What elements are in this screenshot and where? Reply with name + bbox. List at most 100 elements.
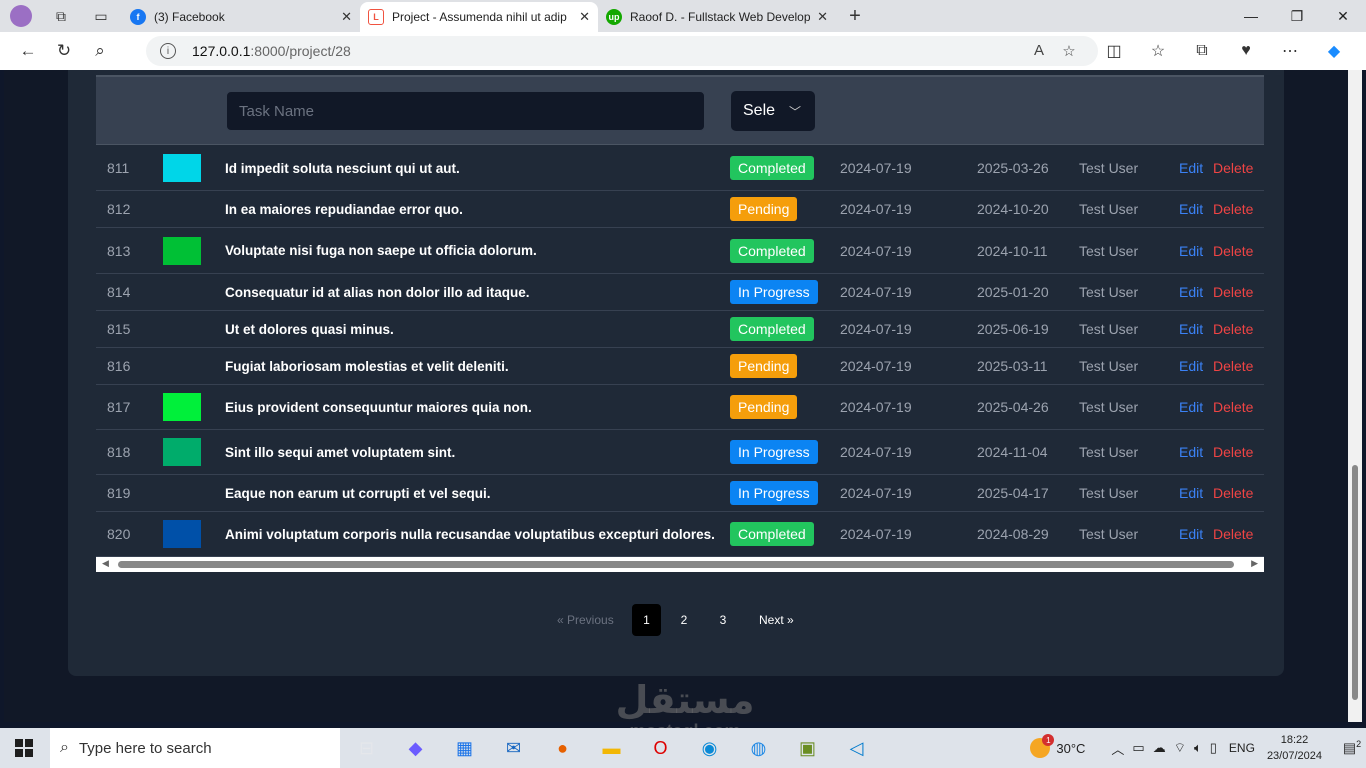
notifications-icon[interactable]: ▤2 [1338, 739, 1366, 757]
workspaces-icon[interactable]: ⧉ [48, 3, 74, 29]
task-image-thumbnail [163, 236, 201, 265]
vertical-scrollbar[interactable] [1348, 70, 1362, 722]
task-name[interactable]: Animi voluptatum corporis nulla recusand… [225, 527, 715, 542]
more-menu-icon[interactable]: ⋯ [1268, 36, 1312, 66]
status-badge: Completed [730, 522, 814, 546]
browser-app-icon[interactable]: ◍ [734, 728, 783, 768]
task-name[interactable]: Id impedit soluta nesciunt qui ut aut. [225, 161, 460, 176]
task-view-icon[interactable]: ⊟ [342, 728, 391, 768]
edit-link[interactable]: Edit [1179, 160, 1203, 176]
delete-link[interactable]: Delete [1213, 526, 1253, 542]
browser-tab-facebook[interactable]: f (3) Facebook ✕ [122, 2, 360, 32]
close-tab-icon[interactable]: ✕ [817, 9, 828, 25]
battery-icon[interactable]: ▯ [1210, 740, 1217, 756]
delete-link[interactable]: Delete [1213, 399, 1253, 415]
firefox-icon[interactable]: ● [538, 728, 587, 768]
store-icon[interactable]: ▦ [440, 728, 489, 768]
edit-link[interactable]: Edit [1179, 399, 1203, 415]
restore-icon[interactable]: ❐ [1274, 0, 1320, 32]
pagination-page-2[interactable]: 2 [674, 604, 694, 636]
show-hidden-icons-chevron[interactable]: ︿ [1111, 739, 1124, 758]
pagination-next[interactable]: Next » [759, 604, 794, 636]
task-name[interactable]: Eaque non earum ut corrupti et vel sequi… [225, 486, 491, 501]
pagination-page-1[interactable]: 1 [632, 604, 661, 636]
task-name[interactable]: In ea maiores repudiandae error quo. [225, 202, 463, 217]
opera-icon[interactable]: O [636, 728, 685, 768]
delete-link[interactable]: Delete [1213, 160, 1253, 176]
edit-link[interactable]: Edit [1179, 243, 1203, 259]
pagination-page-3[interactable]: 3 [713, 604, 733, 636]
close-tab-icon[interactable]: ✕ [341, 9, 352, 25]
task-created-date: 2024-07-19 [840, 444, 912, 460]
table-row: 811 Id impedit soluta nesciunt qui ut aut… [96, 146, 1264, 191]
profile-avatar[interactable] [8, 3, 34, 29]
tab-actions-icon[interactable]: ▭ [88, 3, 114, 29]
browser-essentials-icon[interactable]: ♥ [1224, 36, 1268, 66]
delete-link[interactable]: Delete [1213, 358, 1253, 374]
new-tab-icon[interactable]: + [842, 3, 868, 29]
mail-icon[interactable]: ✉ [489, 728, 538, 768]
edit-link[interactable]: Edit [1179, 485, 1203, 501]
delete-link[interactable]: Delete [1213, 201, 1253, 217]
address-toolbar: ← ↻ ⌕ i 127.0.0.1:8000/project/28 A ☆ ◫ … [0, 32, 1366, 70]
edge-icon[interactable]: ◉ [685, 728, 734, 768]
delete-link[interactable]: Delete [1213, 321, 1253, 337]
edit-link[interactable]: Edit [1179, 358, 1203, 374]
url-field[interactable]: i 127.0.0.1:8000/project/28 A ☆ [146, 36, 1098, 66]
clock[interactable]: 18:22 23/07/2024 [1267, 732, 1322, 764]
task-created-by: Test User [1079, 201, 1139, 217]
task-created-date: 2024-07-19 [840, 485, 912, 501]
task-name[interactable]: Consequatur id at alias non dolor illo a… [225, 285, 530, 300]
favorites-icon[interactable]: ☆ [1136, 36, 1180, 66]
taskbar-search-box[interactable]: ⌕ Type here to search [50, 728, 340, 768]
scroll-left-arrow-icon[interactable]: ◀ [102, 558, 109, 569]
status-filter-select[interactable]: Sele ﹀ [731, 91, 815, 131]
read-aloud-icon[interactable]: A [1028, 42, 1050, 60]
minimize-icon[interactable]: — [1228, 0, 1274, 32]
task-name[interactable]: Fugiat laboriosam molestias et velit del… [225, 359, 509, 374]
back-arrow-icon[interactable]: ← [10, 35, 46, 67]
copilot-app-icon[interactable]: ◆ [391, 728, 440, 768]
task-name[interactable]: Eius provident consequuntur maiores quia… [225, 400, 532, 415]
wifi-icon[interactable]: ⌔ [1174, 740, 1186, 756]
device-icon[interactable]: ▭ [1132, 740, 1144, 756]
windows-taskbar: ⌕ Type here to search ⊟ ◆ ▦ ✉ ● ▬ O ◉ ◍ … [0, 728, 1366, 768]
copilot-icon[interactable]: ◆ [1312, 36, 1356, 66]
delete-link[interactable]: Delete [1213, 243, 1253, 259]
site-info-icon[interactable]: i [160, 43, 176, 59]
delete-link[interactable]: Delete [1213, 284, 1253, 300]
network-cloud-icon[interactable]: ☁ [1153, 740, 1166, 756]
weather-widget[interactable]: 1 30°C [1030, 734, 1085, 758]
horizontal-scrollbar[interactable]: ◀ ▶ [96, 557, 1264, 572]
horizontal-scroll-thumb[interactable] [118, 561, 1234, 568]
task-name[interactable]: Sint illo sequi amet voluptatem sint. [225, 445, 455, 460]
edit-link[interactable]: Edit [1179, 284, 1203, 300]
edit-link[interactable]: Edit [1179, 321, 1203, 337]
vscode-icon[interactable]: ◁ [832, 728, 881, 768]
task-name[interactable]: Ut et dolores quasi minus. [225, 322, 394, 337]
windows-start-icon[interactable] [0, 728, 48, 768]
delete-link[interactable]: Delete [1213, 485, 1253, 501]
refresh-icon[interactable]: ↻ [46, 35, 82, 67]
edit-link[interactable]: Edit [1179, 526, 1203, 542]
table-row: 813 Voluptate nisi fuga non saepe ut offi… [96, 228, 1264, 274]
scroll-right-arrow-icon[interactable]: ▶ [1251, 558, 1258, 569]
task-name-filter-input[interactable]: Task Name [226, 91, 705, 131]
favorite-star-icon[interactable]: ☆ [1058, 42, 1080, 60]
sublime-app-icon[interactable]: ▣ [783, 728, 832, 768]
close-window-icon[interactable]: ✕ [1320, 0, 1366, 32]
task-name[interactable]: Voluptate nisi fuga non saepe ut officia… [225, 243, 537, 258]
edit-link[interactable]: Edit [1179, 444, 1203, 460]
file-explorer-icon[interactable]: ▬ [587, 728, 636, 768]
close-tab-icon[interactable]: ✕ [579, 9, 590, 25]
delete-link[interactable]: Delete [1213, 444, 1253, 460]
browser-tab-upwork[interactable]: up Raoof D. - Fullstack Web Develop ✕ [598, 2, 836, 32]
browser-tab-project[interactable]: L Project - Assumenda nihil ut adip ✕ [360, 2, 598, 32]
volume-icon[interactable]: 🔈︎ [1194, 740, 1202, 756]
collections-icon[interactable]: ⧉ [1180, 36, 1224, 66]
search-icon[interactable]: ⌕ [82, 35, 118, 67]
split-screen-icon[interactable]: ◫ [1092, 36, 1136, 66]
edit-link[interactable]: Edit [1179, 201, 1203, 217]
vertical-scroll-thumb[interactable] [1352, 465, 1358, 700]
input-language[interactable]: ENG [1229, 741, 1255, 755]
